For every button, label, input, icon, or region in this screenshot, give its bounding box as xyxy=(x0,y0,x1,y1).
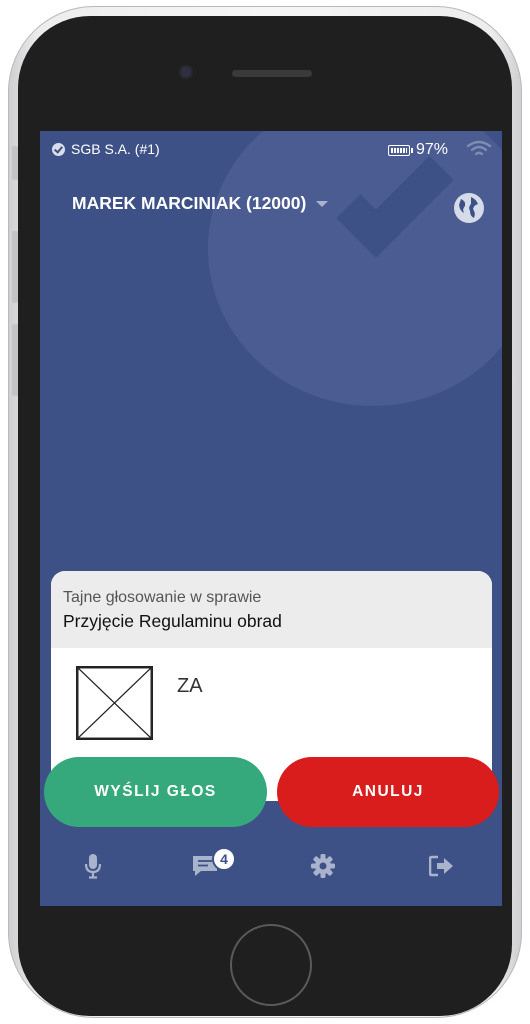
vote-title: Przyjęcie Regulaminu obrad xyxy=(63,611,282,631)
nav-logout[interactable] xyxy=(427,851,457,881)
nav-settings[interactable] xyxy=(308,851,338,881)
option-checkbox[interactable] xyxy=(76,666,153,740)
vote-option-za[interactable]: ZA xyxy=(76,666,203,740)
app-screen: SGB S.A. (#1) 97% MAREK MARCINIAK (12000… xyxy=(40,131,502,906)
gear-icon xyxy=(311,854,335,878)
nav-microphone[interactable] xyxy=(78,851,108,881)
globe-icon[interactable] xyxy=(452,191,486,225)
carrier-label: SGB S.A. (#1) xyxy=(71,141,160,157)
verified-check-icon xyxy=(52,142,65,156)
user-name: MAREK MARCINIAK (12000) xyxy=(72,193,307,213)
bottom-nav: 4 xyxy=(40,847,502,887)
option-label: ZA xyxy=(177,675,203,697)
background-logo-circle xyxy=(208,131,502,406)
earpiece-speaker xyxy=(232,70,312,77)
battery-percent: 97% xyxy=(416,141,449,158)
logout-icon xyxy=(429,855,453,877)
front-camera xyxy=(181,67,191,77)
wifi-icon xyxy=(466,140,492,156)
battery-icon xyxy=(388,144,413,156)
microphone-icon xyxy=(84,854,102,879)
cancel-button[interactable]: ANULUJ xyxy=(277,757,499,827)
vote-subtitle: Tajne głosowanie w sprawie xyxy=(63,589,262,606)
user-selector[interactable]: MAREK MARCINIAK (12000) xyxy=(72,193,329,214)
battery-status: 97% xyxy=(388,141,448,159)
status-bar: SGB S.A. (#1) 97% xyxy=(40,139,502,163)
chevron-down-icon xyxy=(316,200,329,207)
home-button[interactable] xyxy=(230,924,312,1006)
messages-badge: 4 xyxy=(212,847,236,871)
send-vote-button[interactable]: WYŚLIJ GŁOS xyxy=(44,757,267,827)
carrier-info: SGB S.A. (#1) xyxy=(52,141,160,157)
vote-card-header: Tajne głosowanie w sprawie Przyjęcie Reg… xyxy=(51,571,492,648)
